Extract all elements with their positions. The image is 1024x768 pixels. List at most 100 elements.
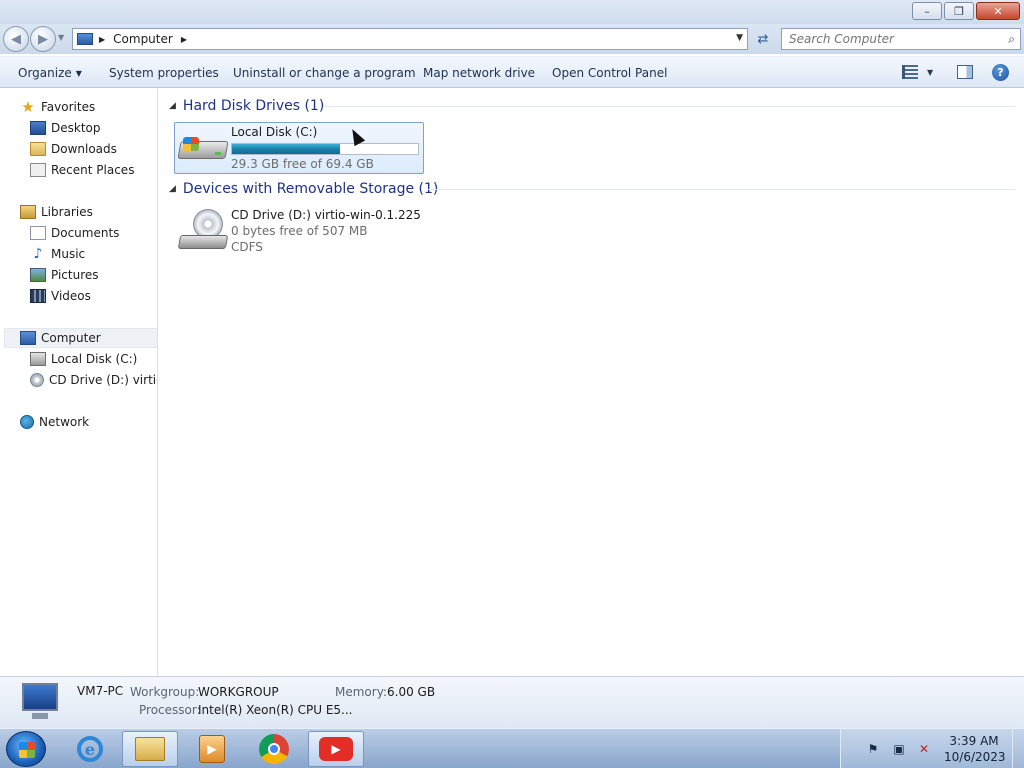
star-icon: ★ [21, 98, 35, 116]
nav-computer[interactable]: Computer [4, 328, 157, 348]
libraries-icon [20, 205, 36, 219]
nav-desktop-label: Desktop [51, 121, 101, 135]
title-bar: – ❐ ✕ [0, 0, 1024, 24]
nav-music[interactable]: ♪ Music [30, 244, 86, 264]
network-icon [20, 415, 34, 429]
cd-drive-icon [30, 373, 44, 387]
nav-computer-label: Computer [41, 331, 101, 345]
nav-documents[interactable]: Documents [30, 223, 119, 243]
address-bar[interactable]: ▶ Computer ▶ ▼ [72, 28, 748, 50]
content-pane: ◢ Hard Disk Drives (1) Local Disk (C:) 2… [159, 89, 1024, 676]
collapse-triangle-icon[interactable]: ◢ [169, 184, 176, 194]
group-divider [427, 189, 1015, 190]
organize-menu[interactable]: Organize ▼ [18, 66, 82, 80]
music-icon: ♪ [33, 246, 43, 262]
preview-pane-icon[interactable] [957, 65, 973, 79]
address-dropdown-icon[interactable]: ▼ [736, 33, 743, 43]
youtube-icon: ▶ [319, 737, 353, 761]
nav-recent-places[interactable]: Recent Places [30, 160, 134, 180]
nav-local-disk-label: Local Disk (C:) [51, 352, 138, 366]
search-box[interactable]: ⌕ [781, 28, 1021, 50]
nav-network-label: Network [39, 415, 90, 429]
breadcrumb-separator-icon[interactable]: ▶ [99, 35, 105, 44]
clock[interactable]: 3:39 AM 10/6/2023 [944, 733, 1006, 765]
nav-libraries[interactable]: Libraries [20, 202, 93, 222]
computer-name: VM7-PC [77, 684, 124, 698]
system-properties-button[interactable]: System properties [109, 66, 219, 80]
group-header-removable-storage[interactable]: ◢ Devices with Removable Storage (1) [169, 179, 438, 199]
taskbar-internet-explorer[interactable]: e [62, 731, 118, 767]
collapse-triangle-icon[interactable]: ◢ [169, 101, 176, 111]
taskbar-windows-explorer[interactable] [122, 731, 178, 767]
windows-logo-icon [19, 742, 35, 758]
nav-favorites[interactable]: ★ Favorites [20, 97, 95, 117]
internet-explorer-icon: e [77, 736, 103, 762]
minimize-button[interactable]: – [912, 2, 942, 20]
clock-date: 10/6/2023 [944, 750, 1006, 764]
drive-tile-local-disk[interactable]: Local Disk (C:) 29.3 GB free of 69.4 GB [174, 122, 424, 174]
network-tray-icon[interactable]: ▣ [892, 742, 906, 756]
windows-logo-icon [183, 137, 199, 151]
search-input[interactable] [789, 32, 989, 46]
start-button[interactable] [6, 731, 46, 767]
nav-downloads[interactable]: Downloads [30, 139, 117, 159]
usage-bar-fill [232, 144, 340, 154]
help-icon[interactable]: ? [992, 64, 1009, 81]
nav-local-disk[interactable]: Local Disk (C:) [30, 349, 137, 369]
documents-icon [30, 226, 46, 240]
back-button[interactable]: ◀ [3, 26, 29, 52]
media-player-icon: ▶ [199, 735, 225, 763]
forward-button[interactable]: ▶ [30, 26, 56, 52]
nav-downloads-label: Downloads [51, 142, 117, 156]
uninstall-program-button[interactable]: Uninstall or change a program [233, 66, 416, 80]
nav-recent-places-label: Recent Places [51, 163, 135, 177]
nav-network[interactable]: Network [20, 412, 89, 432]
details-pane: VM7-PC Workgroup: WORKGROUP Memory: 6.00… [0, 676, 1024, 728]
processor-value: Intel(R) Xeon(R) CPU E5... [198, 703, 353, 717]
nav-desktop[interactable]: Desktop [30, 118, 101, 138]
computer-icon [18, 683, 62, 723]
nav-cd-drive[interactable]: CD Drive (D:) virtio-win-0.1.225 [30, 370, 157, 390]
group-header-hard-disk-drives[interactable]: ◢ Hard Disk Drives (1) [169, 96, 324, 116]
drive-free-space: 29.3 GB free of 69.4 GB [231, 157, 374, 171]
open-control-panel-button[interactable]: Open Control Panel [552, 66, 667, 80]
chrome-icon [259, 734, 289, 764]
workgroup-value: WORKGROUP [198, 685, 279, 699]
nav-videos-label: Videos [51, 289, 91, 303]
taskbar-youtube[interactable]: ▶ [308, 731, 364, 767]
memory-label: Memory: [335, 685, 387, 699]
hard-drive-icon [30, 352, 46, 366]
recent-places-icon [30, 163, 46, 177]
volume-muted-icon[interactable]: ✕ [917, 742, 931, 756]
usage-bar [231, 143, 419, 155]
action-center-flag-icon[interactable]: ⚑ [866, 742, 880, 756]
cd-drive-icon [177, 209, 229, 253]
close-button[interactable]: ✕ [976, 2, 1020, 20]
change-view-icon[interactable] [902, 65, 918, 79]
nav-pictures-label: Pictures [51, 268, 99, 282]
navigation-pane: ★ Favorites Desktop Downloads Recent Pla… [0, 89, 158, 676]
view-options-dropdown-icon[interactable]: ▼ [927, 68, 933, 77]
nav-favorites-label: Favorites [41, 100, 96, 114]
drive-filesystem: CDFS [231, 240, 263, 254]
nav-libraries-label: Libraries [41, 205, 93, 219]
show-desktop-button[interactable] [1012, 729, 1024, 768]
workgroup-label: Workgroup: [130, 685, 200, 699]
group-title: Devices with Removable Storage (1) [182, 181, 439, 197]
recent-pages-dropdown-icon[interactable]: ▼ [58, 33, 64, 42]
restore-button[interactable]: ❐ [944, 2, 974, 20]
taskbar-chrome[interactable] [246, 731, 302, 767]
taskbar-media-player[interactable]: ▶ [184, 731, 240, 767]
breadcrumb-computer[interactable]: Computer [113, 32, 173, 46]
window-controls: – ❐ ✕ [912, 2, 1020, 20]
drive-tile-cd-drive[interactable]: CD Drive (D:) virtio-win-0.1.225 0 bytes… [174, 205, 424, 259]
desktop-icon [30, 121, 46, 135]
computer-icon [77, 33, 93, 45]
search-icon[interactable]: ⌕ [1008, 32, 1015, 47]
videos-icon [30, 289, 46, 303]
refresh-icon[interactable]: ⇄ [752, 29, 774, 49]
breadcrumb-separator-icon[interactable]: ▶ [181, 35, 187, 44]
nav-videos[interactable]: Videos [30, 286, 91, 306]
nav-pictures[interactable]: Pictures [30, 265, 99, 285]
map-network-drive-button[interactable]: Map network drive [423, 66, 535, 80]
